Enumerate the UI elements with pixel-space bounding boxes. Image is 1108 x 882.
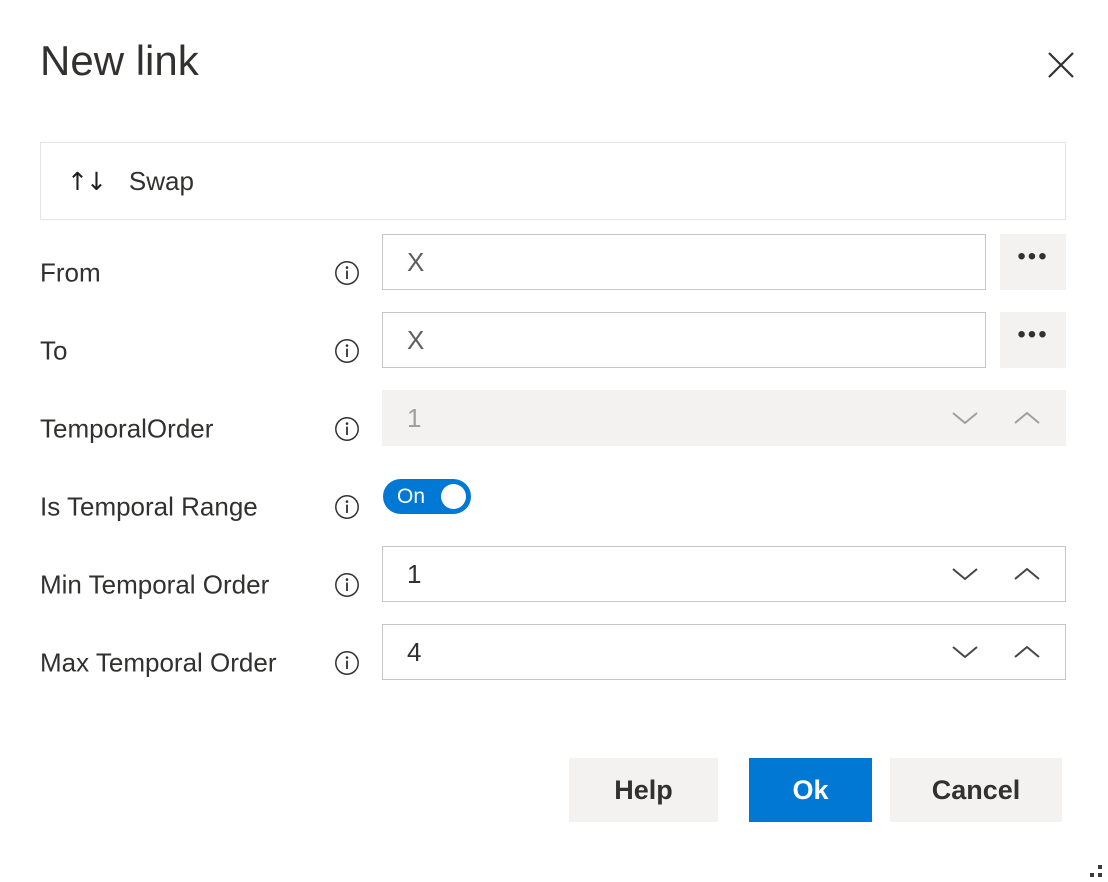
toggle-state-label: On [397,486,425,507]
close-button[interactable] [1038,42,1084,88]
chevron-up-icon [1005,400,1049,436]
max-temporal-order-value: 4 [407,637,421,668]
form-row-min-temporal-order: Min Temporal Order 1 [0,546,1108,624]
temporal-order-value: 1 [407,403,421,434]
max-temporal-order-label: Max Temporal Order [40,648,277,679]
chevron-down-icon[interactable] [943,556,987,592]
help-button[interactable]: Help [569,758,718,822]
page-title: New link [40,40,199,82]
grip-dot [1098,865,1102,869]
form-row-to: To X ••• [0,312,1108,390]
temporal-order-stepper: 1 [382,390,1066,446]
chevron-up-icon[interactable] [1005,634,1049,670]
ok-button[interactable]: Ok [749,758,872,822]
grip-dot [1090,873,1094,877]
dialog-footer: Help Ok Cancel [0,758,1108,822]
info-icon[interactable] [334,416,360,442]
min-temporal-order-stepper[interactable]: 1 [382,546,1066,602]
from-label: From [40,258,101,289]
form: From X ••• To [0,234,1108,702]
temporal-order-label: TemporalOrder [40,414,213,445]
info-icon[interactable] [334,260,360,286]
resize-grip[interactable] [1086,861,1102,877]
from-input[interactable]: X [382,234,986,290]
info-icon[interactable] [334,494,360,520]
from-browse-button[interactable]: ••• [1000,234,1066,290]
to-input[interactable]: X [382,312,986,368]
is-temporal-range-toggle[interactable]: On [383,479,471,514]
swap-button[interactable]: ↑↓ Swap [40,142,1066,220]
chevron-down-icon [943,400,987,436]
max-temporal-order-stepper[interactable]: 4 [382,624,1066,680]
cancel-button[interactable]: Cancel [890,758,1062,822]
to-browse-button[interactable]: ••• [1000,312,1066,368]
form-row-temporal-order: TemporalOrder 1 [0,390,1108,468]
min-temporal-order-label: Min Temporal Order [40,570,269,601]
ellipsis-icon: ••• [1017,323,1048,347]
toggle-knob [441,484,466,509]
to-input-value: X [407,325,424,356]
chevron-up-icon[interactable] [1005,556,1049,592]
dialog-header: New link [40,24,1084,114]
swap-arrows-icon: ↑↓ [67,169,105,194]
form-row-max-temporal-order: Max Temporal Order 4 [0,624,1108,702]
chevron-down-icon[interactable] [943,634,987,670]
swap-button-label: Swap [129,166,194,197]
info-icon[interactable] [334,338,360,364]
info-icon[interactable] [334,572,360,598]
grip-dot [1098,873,1102,877]
form-row-is-temporal-range: Is Temporal Range On [0,468,1108,546]
ellipsis-icon: ••• [1017,245,1048,269]
new-link-dialog: New link ↑↓ Swap From [0,0,1108,882]
close-icon [1046,50,1076,80]
is-temporal-range-label: Is Temporal Range [40,492,258,523]
form-row-from: From X ••• [0,234,1108,312]
from-input-value: X [407,247,424,278]
min-temporal-order-value: 1 [407,559,421,590]
info-icon[interactable] [334,650,360,676]
to-label: To [40,336,67,367]
